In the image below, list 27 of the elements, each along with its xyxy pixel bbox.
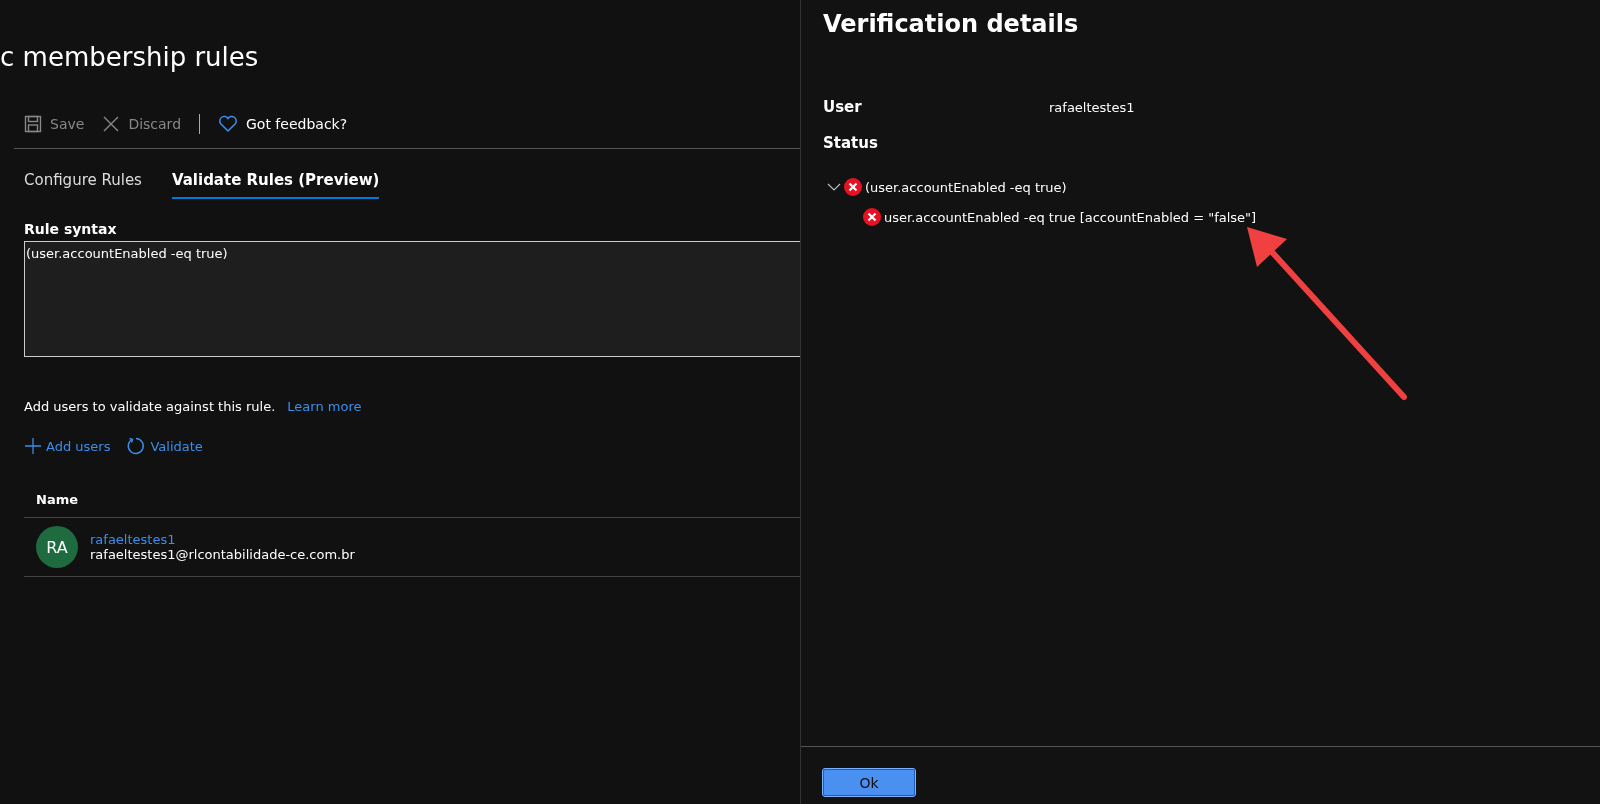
plus-icon — [24, 437, 42, 455]
learn-more-link[interactable]: Learn more — [287, 399, 362, 414]
status-text: user.accountEnabled -eq true [accountEnabled = "false"] — [884, 209, 1257, 225]
tab[interactable]: Configure Rules — [24, 171, 142, 199]
refresh-icon — [126, 436, 147, 456]
error-icon — [844, 178, 862, 196]
tab[interactable]: Validate Rules (Preview) — [171, 171, 380, 199]
ok-button[interactable]: Ok — [823, 769, 915, 796]
x-icon — [102, 115, 121, 133]
feedback-button[interactable]: Got feedback? — [218, 115, 348, 133]
user-email: rafaeltestes1@rlcontabilidade-ce.com.br — [90, 547, 355, 562]
column-header: Name — [36, 492, 78, 507]
user-name-link[interactable]: rafaeltestes1 — [90, 532, 355, 547]
heart-icon — [218, 115, 238, 133]
chevron-icon[interactable] — [827, 182, 841, 192]
field-label: User — [823, 98, 863, 116]
instruction-text: Add users to validate against this rule. — [24, 399, 276, 414]
validate-button[interactable]: Validate — [126, 436, 203, 456]
avatar: RA — [36, 526, 78, 568]
page-title: c membership rules — [0, 42, 260, 72]
field-label: Status — [822, 133, 879, 152]
add-users-button[interactable]: Add users — [24, 436, 111, 456]
field-label: Rule syntax — [24, 221, 118, 237]
user-value: rafaeltestes1 — [1049, 99, 1135, 115]
status-text: (user.accountEnabled -eq true) — [865, 179, 1067, 195]
error-icon — [863, 208, 881, 226]
panel-title: Verification details — [822, 9, 1080, 38]
